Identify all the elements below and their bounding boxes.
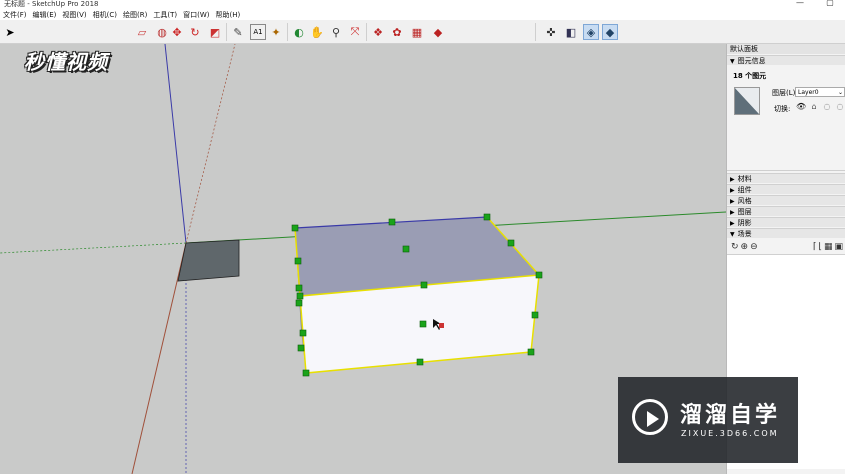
rotate-icon[interactable]: ↻ [187, 24, 203, 40]
menu-window[interactable]: 窗口(W) [180, 10, 212, 20]
layers-header[interactable]: ▶ 图层 [727, 206, 845, 216]
collapsed-arrow-icon: ▶ [730, 209, 735, 216]
menu-bar: 文件(F) 编辑(E) 视图(V) 相机(C) 绘图(R) 工具(T) 窗口(W… [0, 9, 845, 20]
refresh-scene-icon[interactable]: ↻ [731, 242, 739, 252]
sandbox-icon[interactable]: ◆ [430, 24, 446, 40]
move-icon[interactable]: ✥ [169, 24, 185, 40]
main-toolbar: ➤ ▱ ◍ ✥ ↻ ◩ ✎ A1 ✦ ◐ ✋ ⚲ ⤧ ❖ ✿ ▦ ◆ ✜ ◧ ◈… [0, 20, 845, 44]
view-options-icon[interactable]: ▦ [824, 242, 833, 252]
scale-icon[interactable]: ◩ [207, 24, 223, 40]
layer-value: Layer0 [798, 89, 819, 96]
components-header[interactable]: ▶ 组件 [727, 184, 845, 194]
show-details-icon[interactable]: ▣ [834, 242, 843, 252]
entity-count: 18 个图元 [733, 72, 767, 80]
scene-toolbar: ↻ ⊕ ⊖ ⌈ ⌊ ▦ ▣ [731, 242, 843, 252]
expanded-arrow-icon: ▼ [730, 58, 735, 65]
warehouse-icon[interactable]: ❖ [370, 24, 386, 40]
receive-shadows-icon[interactable]: ◌ [822, 102, 832, 111]
toggle-label: 切换: [774, 105, 791, 113]
styles-header[interactable]: ▶ 风格 [727, 195, 845, 205]
panel-divider [727, 170, 845, 171]
tape-measure-icon[interactable]: ✎ [230, 24, 246, 40]
move-scene-up-icon[interactable]: ⌈ [813, 242, 817, 252]
remove-scene-icon[interactable]: ⊖ [750, 242, 758, 252]
title-bar: 无标题 - SketchUp Pro 2018 — ▢ [0, 0, 845, 9]
pan-icon[interactable]: ✋ [309, 24, 325, 40]
layer-label: 图层(L): [772, 89, 798, 97]
layer-dropdown[interactable]: Layer0 ⌄ [795, 87, 845, 97]
red-axis-negative [185, 44, 236, 244]
window-controls: — ▢ [785, 0, 845, 7]
zoom-extents-icon[interactable]: ⤧ [347, 24, 363, 40]
watermark-name: 溜溜自学 [680, 403, 781, 428]
collapsed-arrow-icon: ▶ [730, 187, 735, 194]
tray-title: 默认面板 [727, 44, 845, 54]
xray-icon[interactable]: ◈ [583, 24, 599, 40]
zoom-icon[interactable]: ⚲ [328, 24, 344, 40]
menu-tools[interactable]: 工具(T) [150, 10, 180, 20]
menu-help[interactable]: 帮助(H) [212, 10, 243, 20]
select-icon[interactable]: ➤ [2, 24, 18, 40]
video-logo: 秒懂视频 [24, 50, 108, 74]
extension-icon[interactable]: ▦ [409, 24, 425, 40]
components-icon[interactable]: ✿ [389, 24, 405, 40]
toggle-icons: 👁 ⌂ ◌ ◌ ◌ [796, 102, 845, 111]
material-swatch-icon [735, 88, 759, 114]
eraser-icon[interactable]: ▱ [134, 24, 150, 40]
watermark-badge: 溜溜自学 ZIXUE.3D66.COM [618, 377, 798, 463]
red-axis [131, 242, 187, 474]
views-iso-icon[interactable]: ◧ [563, 24, 579, 40]
green-axis-negative [0, 242, 187, 254]
entity-info-header[interactable]: ▼ 图元信息 [727, 55, 845, 65]
blue-axis [164, 44, 187, 244]
shadows-header[interactable]: ▶ 阴影 [727, 217, 845, 227]
move-scene-down-icon[interactable]: ⌊ [818, 242, 822, 252]
menu-camera[interactable]: 相机(C) [90, 10, 120, 20]
materials-header[interactable]: ▶ 材料 [727, 173, 845, 183]
play-logo-icon [632, 399, 668, 435]
menu-draw[interactable]: 绘图(R) [120, 10, 150, 20]
paint-bucket-icon[interactable]: ◍ [154, 24, 170, 40]
minimize-button[interactable]: — [785, 0, 815, 7]
lock-icon[interactable]: ⌂ [809, 102, 819, 111]
menu-file[interactable]: 文件(F) [0, 10, 30, 20]
shaded-icon[interactable]: ◆ [602, 24, 618, 40]
section-plane-icon[interactable]: ✜ [543, 24, 559, 40]
collapsed-arrow-icon: ▶ [730, 220, 735, 227]
material-thumbnail[interactable] [734, 87, 760, 115]
collapsed-arrow-icon: ▶ [730, 198, 735, 205]
scenes-header[interactable]: ▼ 场景 [727, 228, 845, 238]
expanded-arrow-icon: ▼ [730, 231, 735, 238]
watermark-url: ZIXUE.3D66.COM [681, 429, 779, 438]
rectangle-face[interactable] [177, 239, 240, 282]
window-title: 无标题 - SketchUp Pro 2018 [4, 0, 99, 8]
chevron-down-icon: ⌄ [837, 89, 843, 96]
orbit-icon[interactable]: ◐ [291, 24, 307, 40]
menu-view[interactable]: 视图(V) [59, 10, 89, 20]
axes-icon[interactable]: ✦ [268, 24, 284, 40]
collapsed-arrow-icon: ▶ [730, 176, 735, 183]
add-scene-icon[interactable]: ⊕ [741, 242, 749, 252]
cast-shadows-icon[interactable]: ◌ [835, 102, 845, 111]
visibility-icon[interactable]: 👁 [796, 102, 806, 111]
menu-edit[interactable]: 编辑(E) [30, 10, 60, 20]
text-icon[interactable]: A1 [250, 24, 266, 40]
cursor-tool-badge [439, 323, 444, 328]
maximize-button[interactable]: ▢ [815, 0, 845, 7]
